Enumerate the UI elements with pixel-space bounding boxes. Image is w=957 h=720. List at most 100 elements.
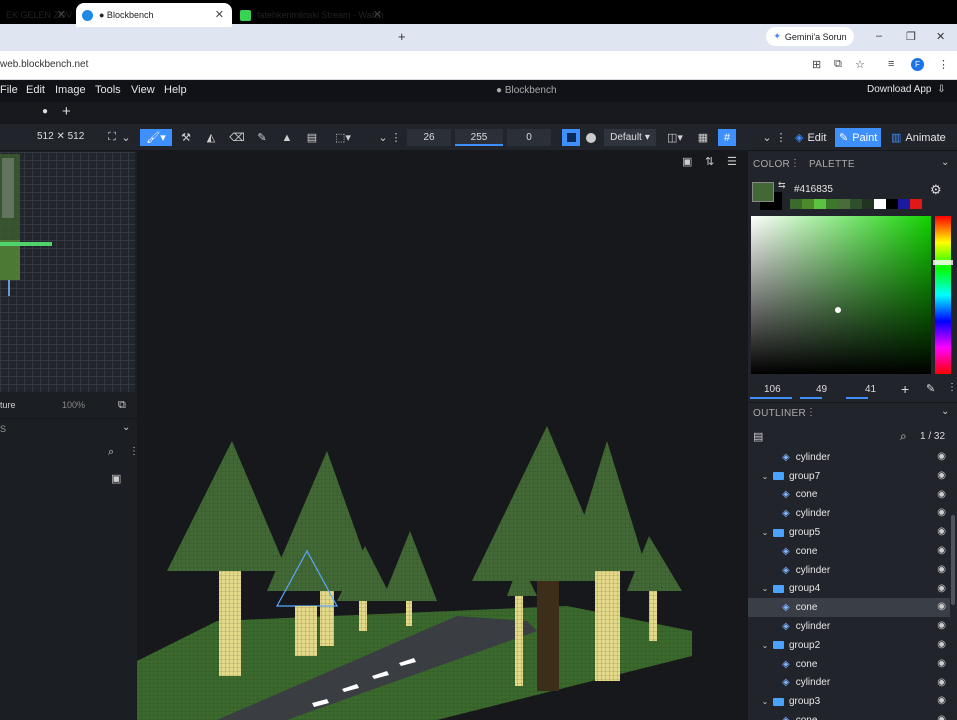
animate-mode-button[interactable]: ▥ Animate (887, 128, 950, 147)
fill-bucket-icon[interactable]: ◭ (202, 129, 220, 146)
browser-tab-blockbench[interactable]: ● Blockbench ✕ (76, 3, 232, 27)
outliner-group-row[interactable]: ⌄ group3 ◉ (748, 692, 950, 711)
search-icon[interactable]: ⌕ (108, 446, 114, 459)
menu-file[interactable]: File (0, 84, 18, 96)
color-picker-icon[interactable]: ✎ (253, 129, 271, 146)
recent-color-swatch[interactable] (838, 199, 850, 209)
install-app-icon[interactable]: ⧉ (834, 58, 842, 71)
color-more-icon[interactable]: ⋮ (947, 382, 957, 393)
square-brush-shape-icon[interactable] (562, 129, 580, 146)
recent-color-swatch[interactable] (850, 199, 862, 209)
blend-mode-select[interactable]: Default ▾ (604, 129, 656, 146)
toolbar-more-icon[interactable]: ⋮ (391, 129, 402, 146)
blue-slider[interactable] (846, 397, 868, 399)
recent-color-swatch[interactable] (826, 199, 838, 209)
close-icon[interactable]: ✕ (57, 8, 66, 21)
selection-tool-icon[interactable]: ⬚▾ (330, 129, 356, 146)
chevron-down-icon[interactable]: ⌄ (122, 422, 130, 433)
add-group-icon[interactable]: ▤ (753, 430, 763, 443)
chevron-down-icon[interactable]: ⌄ (120, 129, 132, 146)
visibility-eye-icon[interactable]: ◉ (937, 583, 946, 594)
pixel-perfect-icon[interactable]: ▦ (694, 129, 712, 146)
outliner-group-row[interactable]: ⌄ group5 ◉ (748, 523, 950, 542)
swap-colors-icon[interactable]: ⇆ (778, 180, 786, 191)
panel-more-icon[interactable]: ⋮ (790, 158, 800, 169)
expand-caret-icon[interactable]: ⌄ (760, 528, 770, 537)
close-icon[interactable]: ✕ (215, 8, 224, 21)
visibility-eye-icon[interactable]: ◉ (937, 601, 946, 612)
media-controls-icon[interactable]: ≡ (888, 58, 894, 70)
brush-softness-field[interactable]: 0 (507, 129, 551, 146)
visibility-eye-icon[interactable]: ◉ (937, 451, 946, 462)
outliner-group-row[interactable]: ⌄ group4 ◉ (748, 580, 950, 599)
grid-toggle-icon[interactable]: # (718, 129, 736, 146)
expand-caret-icon[interactable]: ⌄ (760, 641, 770, 650)
3d-viewport[interactable]: ▣ ⇅ ☰ (137, 151, 747, 720)
stamp-tool-icon[interactable]: ⚒ (177, 129, 195, 146)
chevron-down-icon[interactable]: ⌄ (941, 406, 949, 417)
round-brush-shape-icon[interactable] (582, 129, 600, 146)
browser-tab-1[interactable]: EK GELEN ZOV ✕ (0, 3, 74, 27)
gradient-tool-icon[interactable]: ▤ (303, 129, 321, 146)
profile-avatar[interactable]: F (911, 58, 924, 71)
translate-icon[interactable]: ⊞ (812, 58, 821, 71)
visibility-eye-icon[interactable]: ◉ (937, 658, 946, 669)
hue-slider[interactable] (933, 216, 953, 374)
chevron-down-icon[interactable]: ⌄ (758, 129, 776, 146)
menu-help[interactable]: Help (164, 84, 187, 96)
recent-color-swatch[interactable] (886, 199, 898, 209)
recent-color-swatch[interactable] (874, 199, 886, 209)
outliner-group-row[interactable]: ⌄ group2 ◉ (748, 636, 950, 655)
search-icon[interactable]: ⌕ (900, 429, 907, 444)
visibility-eye-icon[interactable]: ◉ (937, 639, 946, 650)
green-slider[interactable] (800, 397, 822, 399)
mirror-painting-icon[interactable]: ◫▾ (662, 129, 688, 146)
visibility-eye-icon[interactable]: ◉ (937, 489, 946, 500)
menu-edit[interactable]: Edit (26, 84, 45, 96)
edit-mode-button[interactable]: ◈ Edit (791, 128, 830, 147)
outliner-element-row[interactable]: ◈ cylinder ◉ (748, 504, 950, 523)
window-close-icon[interactable]: ✕ (936, 30, 945, 43)
visibility-eye-icon[interactable]: ◉ (937, 677, 946, 688)
menu-image[interactable]: Image (55, 84, 86, 96)
outliner-element-row[interactable]: ◈ cone ◉ (748, 711, 950, 720)
expand-caret-icon[interactable]: ⌄ (760, 697, 770, 706)
outliner-element-row[interactable]: ◈ cone ◉ (748, 655, 950, 674)
visibility-eye-icon[interactable]: ◉ (937, 564, 946, 575)
outliner-element-row[interactable]: ◈ cone ◉ (748, 486, 950, 505)
visibility-eye-icon[interactable]: ◉ (937, 507, 946, 518)
expand-caret-icon[interactable]: ⌄ (760, 584, 770, 593)
red-value-field[interactable]: 106 (764, 384, 781, 395)
menu-view[interactable]: View (131, 84, 155, 96)
recent-color-swatch[interactable] (814, 199, 826, 209)
shapes-tool-icon[interactable]: ▲ (278, 129, 296, 146)
restore-icon[interactable]: ❐ (906, 30, 916, 43)
viewport-image-icon[interactable]: ▣ (682, 155, 692, 168)
brush-tool-button[interactable]: 🖌︎▾ (140, 129, 172, 146)
outliner-group-row[interactable]: ⌄ group7 ◉ (748, 467, 950, 486)
saturation-value-picker[interactable] (751, 216, 931, 374)
browser-tab-stream[interactable]: fatehkerimlinski Stream - Watch ✕ (234, 3, 390, 27)
primary-color-swatch[interactable] (752, 182, 774, 202)
outliner-element-row[interactable]: ◈ cylinder ◉ (748, 561, 950, 580)
chevron-down-icon[interactable]: ⌄ (941, 157, 949, 168)
new-project-tab-button[interactable]: + (62, 103, 71, 120)
menu-tools[interactable]: Tools (95, 84, 121, 96)
recent-color-swatch[interactable] (910, 199, 922, 209)
panel-more-icon[interactable]: ⋮ (806, 407, 816, 418)
outliner-element-row[interactable]: ◈ cone ◉ (748, 542, 950, 561)
recent-color-swatch[interactable] (790, 199, 802, 209)
paint-mode-button[interactable]: ✎ Paint (835, 128, 882, 147)
add-color-icon[interactable]: + (901, 381, 909, 397)
hex-input[interactable]: #416835 (794, 184, 833, 195)
outliner-element-row[interactable]: ◈ cylinder ◉ (748, 448, 950, 467)
project-tab[interactable]: ● (42, 106, 48, 117)
outliner-element-row[interactable]: ◈ cylinder ◉ (748, 674, 950, 693)
recent-color-swatch[interactable] (802, 199, 814, 209)
chevron-down-icon[interactable]: ⌄ (374, 129, 392, 146)
fullscreen-icon[interactable]: ⛶ (103, 129, 121, 146)
close-icon[interactable]: ✕ (373, 8, 382, 21)
hue-handle[interactable] (933, 260, 953, 265)
visibility-eye-icon[interactable]: ◉ (937, 695, 946, 706)
gemini-button[interactable]: ✦ Gemini'a Sorun (766, 27, 854, 46)
